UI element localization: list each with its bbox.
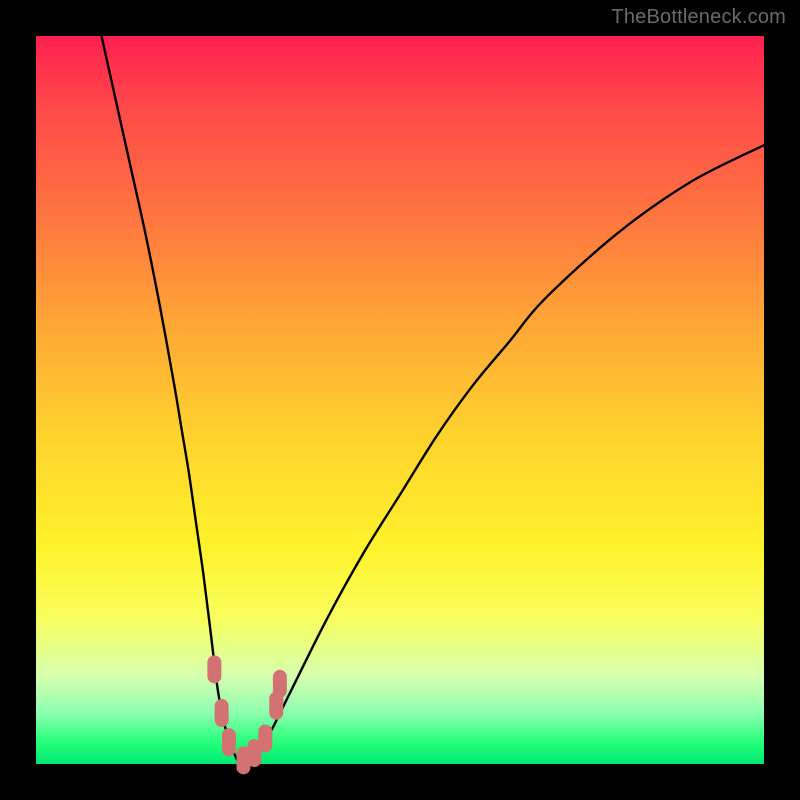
chart-frame: TheBottleneck.com bbox=[0, 0, 800, 800]
watermark-text: TheBottleneck.com bbox=[611, 6, 786, 29]
plot-area bbox=[36, 36, 764, 764]
curve-marker bbox=[222, 728, 236, 756]
curve-marker bbox=[273, 670, 287, 698]
curve-marker bbox=[207, 655, 221, 683]
curve-markers bbox=[207, 655, 287, 774]
curve-marker bbox=[215, 699, 229, 727]
chart-svg bbox=[36, 36, 764, 764]
curve-marker bbox=[258, 725, 272, 753]
bottleneck-curve bbox=[102, 36, 764, 765]
